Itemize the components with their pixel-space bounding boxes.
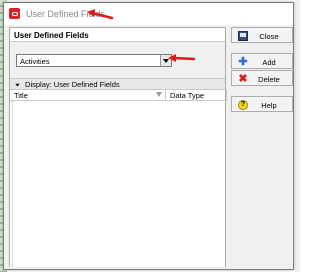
fields-table[interactable]: Title Data Type <box>10 90 227 267</box>
table-row-gutter <box>10 101 13 267</box>
red-arrow-icon <box>168 54 196 62</box>
help-button-label: Help <box>261 101 277 110</box>
column-data-type-label: Data Type <box>170 91 205 100</box>
column-header-data-type[interactable]: Data Type <box>167 90 227 101</box>
user-defined-fields-dialog: User Defined Fields User Defined Fields … <box>3 2 294 270</box>
background-right-edge <box>295 0 300 272</box>
display-label: Display: User Defined Fields <box>25 80 120 89</box>
dropdown-value: Activities <box>20 57 50 66</box>
red-arrow-icon <box>87 9 114 20</box>
column-title-label: Title <box>14 91 28 100</box>
table-header: Title Data Type <box>10 90 227 101</box>
title-bar: User Defined Fields <box>4 3 293 25</box>
column-header-title[interactable]: Title <box>10 90 166 101</box>
app-logo-icon <box>9 8 20 19</box>
close-button[interactable]: Close <box>231 27 293 43</box>
add-button-label: Add <box>262 58 276 67</box>
delete-button[interactable]: ✖ Delete <box>231 70 293 86</box>
add-button[interactable]: ✚ Add <box>231 53 293 69</box>
display-options-bar[interactable]: ▼ Display: User Defined Fields <box>10 78 225 90</box>
filter-icon[interactable] <box>156 92 162 97</box>
delete-button-label: Delete <box>258 75 280 84</box>
chevron-down-icon: ▼ <box>14 83 21 88</box>
section-header: User Defined Fields <box>10 28 225 42</box>
help-button[interactable]: ? Help <box>231 96 293 112</box>
close-button-label: Close <box>259 32 279 41</box>
subject-area-dropdown[interactable]: Activities <box>16 54 172 67</box>
